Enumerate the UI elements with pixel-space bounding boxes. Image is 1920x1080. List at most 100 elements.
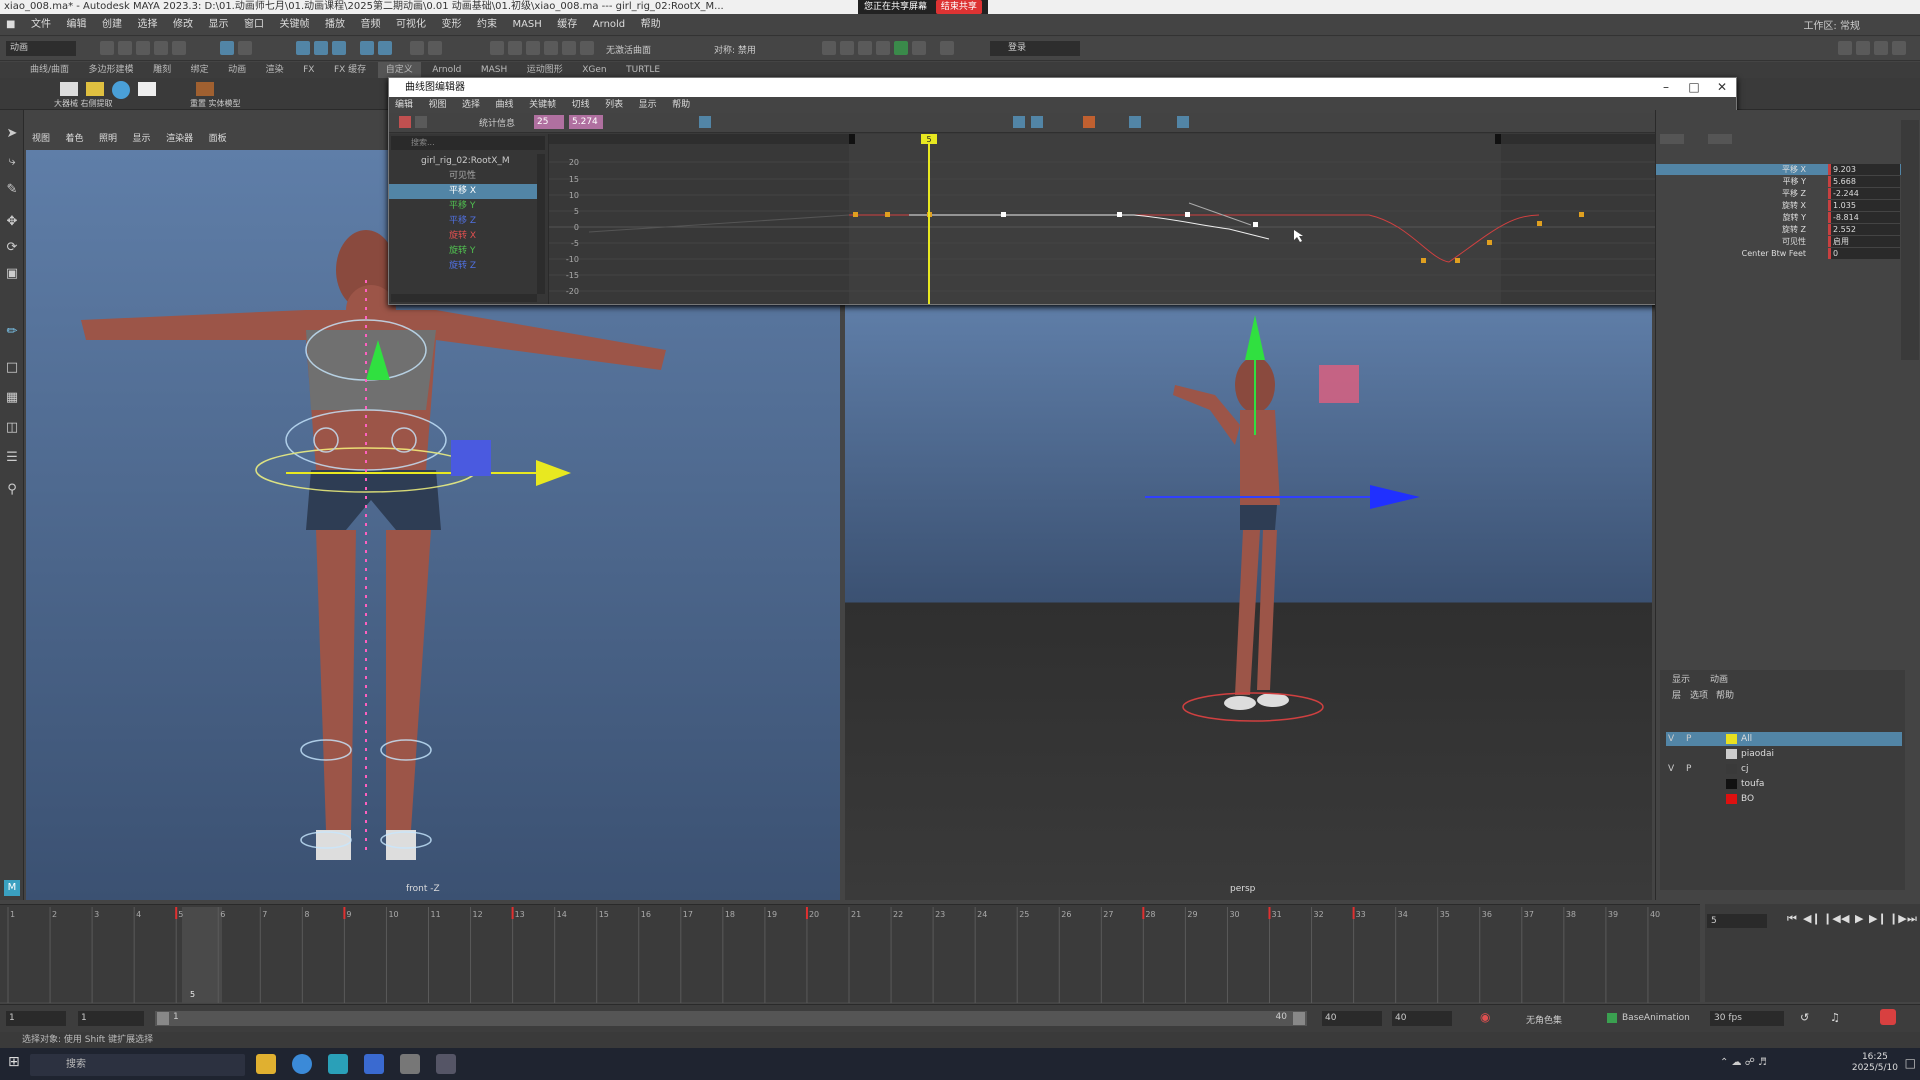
lasso-tool-icon[interactable]: ⤷	[4, 154, 20, 170]
lock-icon[interactable]	[526, 41, 540, 55]
maya-logo-icon[interactable]: ■	[0, 14, 21, 36]
step-back-key-icon[interactable]: ◀❙	[1803, 912, 1821, 925]
attribute-editor-icon[interactable]	[1856, 41, 1870, 55]
channel-value[interactable]: -2.244	[1828, 188, 1900, 199]
search-icon[interactable]: ⚲	[4, 482, 20, 498]
vp-menu-lighting[interactable]: 照明	[93, 128, 123, 150]
make-live-icon[interactable]	[378, 41, 392, 55]
play-back-icon[interactable]: ◀	[1841, 912, 1849, 925]
pause-render-icon[interactable]	[940, 41, 954, 55]
ge-menu-list[interactable]: 列表	[599, 97, 629, 113]
app-icon-5[interactable]	[400, 1054, 420, 1074]
channel-value[interactable]: 2.552	[1828, 224, 1900, 235]
cycle-icon[interactable]	[1177, 116, 1189, 128]
sound-icon[interactable]: ♫	[1830, 1011, 1840, 1024]
snap-view-icon[interactable]	[360, 41, 374, 55]
shelf-tab-motion[interactable]: 运动图形	[519, 62, 571, 78]
close-icon[interactable]: ✕	[1708, 78, 1736, 97]
maya-m-icon[interactable]: M	[4, 880, 20, 896]
playback-end-field[interactable]: 40	[1322, 1011, 1382, 1026]
shelf-icon-1[interactable]	[60, 82, 78, 96]
windows-start-icon[interactable]: ⊞	[8, 1054, 20, 1070]
maya-taskbar-icon[interactable]	[328, 1054, 348, 1074]
layer-color-swatch[interactable]	[1726, 749, 1737, 759]
ge-menu-view[interactable]: 视图	[423, 97, 453, 113]
workspace-selector[interactable]: 工作区: 常规	[1803, 17, 1860, 32]
playback-start-field[interactable]: 1	[78, 1011, 144, 1026]
arnold-render-icon[interactable]	[912, 41, 926, 55]
menu-arnold[interactable]: Arnold	[587, 14, 631, 36]
menu-deform[interactable]: 变形	[435, 14, 467, 36]
shelf-tab-xgen[interactable]: XGen	[574, 62, 614, 78]
select-by-hierarchy-icon[interactable]	[220, 41, 234, 55]
shelf-icon-5[interactable]	[196, 82, 214, 96]
layer-color-swatch[interactable]	[1726, 764, 1737, 774]
break-tangent-icon[interactable]	[1013, 116, 1025, 128]
shelf-tab-curves[interactable]: 曲线/曲面	[22, 62, 77, 78]
menu-select[interactable]: 选择	[131, 14, 163, 36]
current-frame-block[interactable]	[182, 907, 222, 1003]
construction-icon[interactable]	[428, 41, 442, 55]
perspective-viewport[interactable]: persp	[845, 305, 1652, 900]
move-manipulator-x[interactable]	[536, 460, 571, 486]
outliner-channel-rotate-y[interactable]: 旋转 Y	[389, 244, 537, 259]
ge-menu-select[interactable]: 选择	[456, 97, 486, 113]
move-manipulator-plane[interactable]	[451, 440, 491, 476]
range-slider-track[interactable]: 1 40	[155, 1011, 1307, 1026]
move-key-icon[interactable]	[399, 116, 411, 128]
taskbar-search[interactable]: 搜索	[30, 1054, 245, 1076]
layer-row[interactable]: piaodai	[1666, 747, 1902, 761]
channel-value[interactable]: 9.203	[1828, 164, 1900, 175]
shelf-tab-fx-cache[interactable]: FX 缓存	[326, 62, 374, 78]
graph-editor-graph[interactable]: 20 15 10 5 0 -5 -10 -15 -20 5	[549, 134, 1737, 304]
modeling-toolkit-icon[interactable]	[1838, 41, 1852, 55]
stat-value-field[interactable]: 5.274	[569, 115, 603, 129]
save-scene-icon[interactable]	[136, 41, 150, 55]
layer-menu-options[interactable]: 选项	[1690, 688, 1708, 701]
app-icon-6[interactable]	[436, 1054, 456, 1074]
redo-icon[interactable]	[172, 41, 186, 55]
anim-prefs-icon[interactable]	[1880, 1009, 1896, 1025]
unlock-icon[interactable]	[544, 41, 558, 55]
outliner-channel-rotate-z[interactable]: 旋转 Z	[389, 259, 537, 274]
outliner-channel-rotate-x[interactable]: 旋转 X	[389, 229, 537, 244]
time-slider-ticks[interactable]: 5 1 2 3 4 5 6 7 8 9 10 11 12 13 14 15 16 17 18 19 20 21 22 23 2…	[0, 905, 1700, 1003]
channel-value[interactable]: 启用	[1828, 236, 1900, 247]
menu-display[interactable]: 显示	[202, 14, 234, 36]
outliner-search[interactable]: 搜索...	[391, 136, 545, 150]
persp-manipulator-z[interactable]	[1370, 485, 1420, 509]
stat-frame-field[interactable]: 25	[534, 115, 564, 129]
channel-row[interactable]: 平移 Y 5.668	[1656, 176, 1906, 187]
menu-audio[interactable]: 音频	[354, 14, 386, 36]
stop-share-button[interactable]: 结束共享	[935, 0, 982, 14]
auto-tangent-icon[interactable]	[699, 116, 711, 128]
persp-manipulator-y[interactable]	[1245, 315, 1265, 360]
layer-row[interactable]: toufa	[1666, 777, 1902, 791]
menu-help[interactable]: 帮助	[635, 14, 667, 36]
anim-layer-label[interactable]: BaseAnimation	[1622, 1013, 1690, 1023]
menu-mash[interactable]: MASH	[506, 14, 547, 36]
layer-tab-anim[interactable]: 动画	[1710, 672, 1728, 685]
range-handle-start[interactable]	[157, 1012, 169, 1025]
layer-playback-toggle[interactable]: P	[1686, 732, 1691, 746]
curve-graph[interactable]: 20 15 10 5 0 -5 -10 -15 -20 5	[549, 134, 1737, 304]
render-settings-icon[interactable]	[876, 41, 890, 55]
symmetry-label[interactable]: 对称: 禁用	[714, 43, 756, 56]
new-scene-icon[interactable]	[100, 41, 114, 55]
step-forward-key-icon[interactable]: ❙▶	[1889, 912, 1907, 925]
shelf-tab-sculpt[interactable]: 雕刻	[145, 62, 179, 78]
menu-key[interactable]: 关键帧	[273, 14, 315, 36]
layer-row[interactable]: BO	[1666, 792, 1902, 806]
snap-curve-icon[interactable]	[314, 41, 328, 55]
outliner-scrollbar[interactable]	[537, 154, 545, 294]
layer-visible-toggle[interactable]: V	[1668, 762, 1674, 776]
shelf-tab-animation[interactable]: 动画	[220, 62, 254, 78]
ge-menu-edit[interactable]: 编辑	[389, 97, 419, 113]
channel-row[interactable]: 旋转 Y -8.814	[1656, 212, 1906, 223]
channel-tab-edit[interactable]	[1708, 134, 1732, 144]
snap-point-icon[interactable]	[332, 41, 346, 55]
two-view-icon[interactable]: ◫	[4, 420, 20, 436]
menu-edit[interactable]: 编辑	[60, 14, 92, 36]
graph-editor-title-bar[interactable]: 曲线图编辑器 – □ ✕	[389, 78, 1736, 97]
outliner-view-icon[interactable]: ☰	[4, 450, 20, 466]
